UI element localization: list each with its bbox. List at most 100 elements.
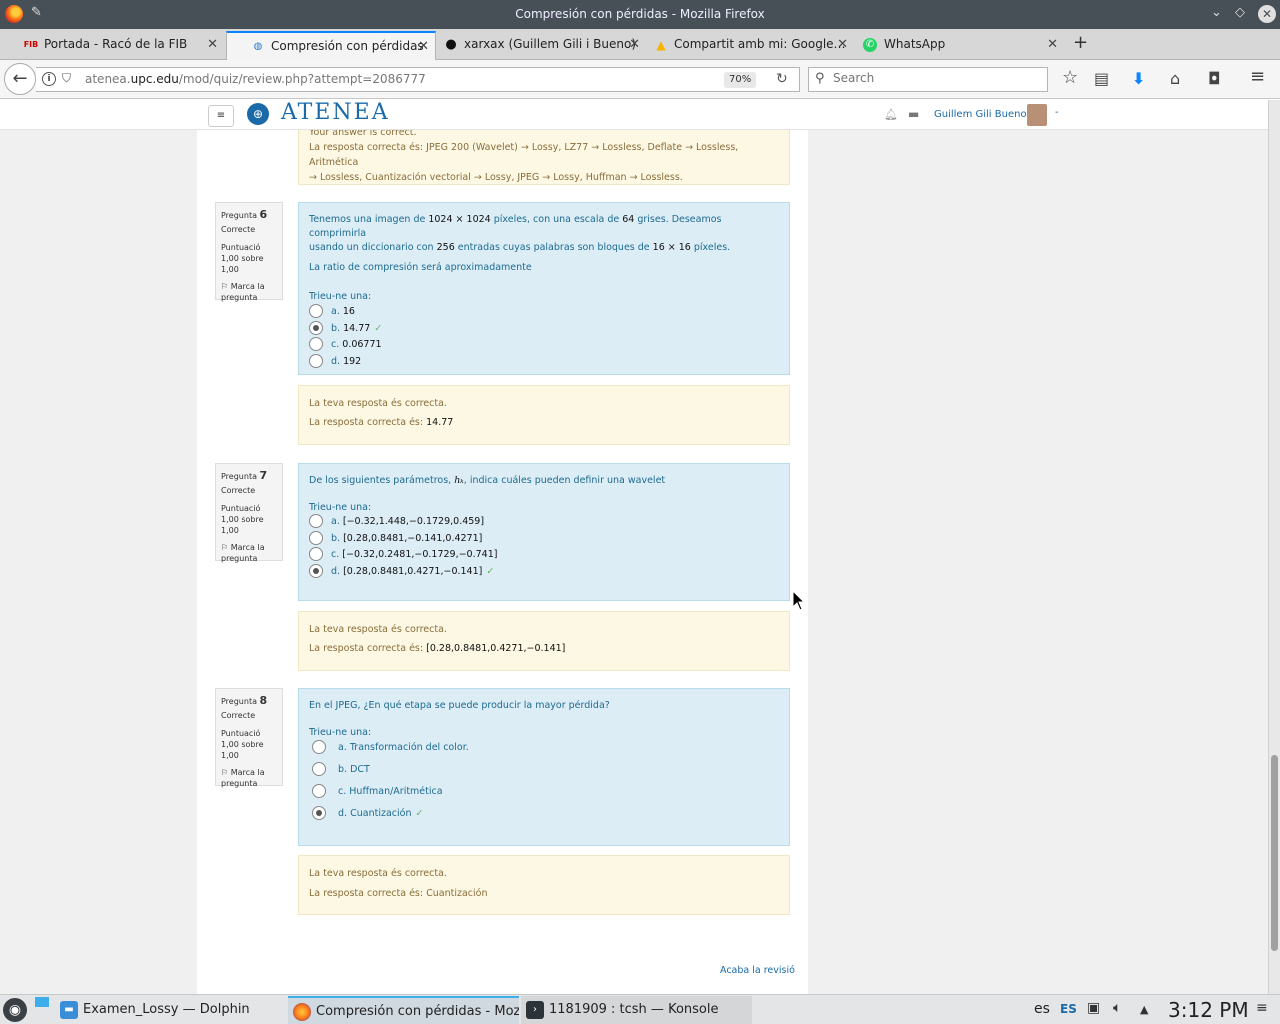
close-tab-icon[interactable]: ✕ [1047, 31, 1058, 58]
flag-icon: ⚐ [221, 282, 229, 291]
maximize-icon[interactable]: ◇ [1235, 5, 1245, 20]
search-bar[interactable]: ⚲ [808, 67, 1048, 92]
answer-option[interactable]: d. 192 [309, 353, 779, 371]
url-text[interactable]: atenea.upc.edu/mod/quiz/review.php?attem… [85, 72, 426, 86]
home-icon[interactable]: ⌂ [1170, 69, 1180, 88]
github-icon: ● [445, 37, 457, 52]
answer-option[interactable]: b. DCT [309, 762, 779, 784]
notifications-icon[interactable]: 🔔︎ [884, 108, 898, 121]
tab-google-drive[interactable]: ▲ Compartit amb mi: Google… ✕ [630, 31, 854, 60]
search-input[interactable] [833, 71, 1033, 85]
radio-button[interactable] [312, 784, 326, 798]
question-text: Tenemos una imagen de 1024 × 1024 píxele… [309, 214, 722, 239]
search-icon: ⚲ [815, 71, 825, 86]
back-button[interactable]: ← [4, 63, 36, 95]
avatar[interactable] [1027, 104, 1047, 126]
checkmark-icon: ✓ [374, 322, 383, 334]
radio-button[interactable] [309, 337, 323, 351]
answer-prompt: Trieu-ne una: [309, 502, 372, 513]
answer-option[interactable]: b. 14.77 ✓ [309, 320, 779, 338]
tab-github-xarxax[interactable]: ● xarxax (Guillem Gili i Bueno) ✕ [420, 31, 646, 60]
finish-review-link[interactable]: Acaba la revisió [720, 965, 795, 976]
language-indicator[interactable]: es [1034, 1001, 1050, 1017]
answer-option[interactable]: a. 16 [309, 304, 779, 321]
moodle-header: ≡ ⊕ ATENEA 🔔︎ ▬ Guillem Gili Bueno - [0, 100, 1268, 130]
navigation-bar: ← i ⛉ atenea.upc.edu/mod/quiz/review.php… [0, 60, 1280, 99]
tab-whatsapp[interactable]: ✆ WhatsApp ✕ [840, 31, 1064, 60]
user-menu-caret[interactable]: - [1055, 107, 1059, 118]
radio-button[interactable] [309, 514, 323, 528]
atenea-logo[interactable]: ATENEA [281, 100, 390, 125]
answer-option[interactable]: c. [−0.32,0.2481,−0.1729,−0.741] [309, 547, 779, 564]
radio-button-checked[interactable] [312, 806, 326, 820]
bookmark-star-icon[interactable]: ☆ [1062, 67, 1078, 88]
answer-option[interactable]: b. [0.28,0.8481,−0.141,0.4271] [309, 530, 779, 548]
clock[interactable]: 3:12 PM [1168, 998, 1249, 1022]
reload-icon[interactable]: ↻ [776, 71, 788, 87]
answer-option[interactable]: c. 0.06771 [309, 337, 779, 354]
flag-question-link[interactable]: ⚐ Marca la pregunta [221, 542, 277, 564]
close-window-icon[interactable]: ✕ [1258, 5, 1276, 23]
pocket-icon[interactable]: ◘ [1208, 69, 1221, 88]
flag-icon: ⚐ [221, 768, 229, 777]
messages-icon[interactable]: ▬ [908, 107, 919, 121]
clipboard-icon[interactable]: ▣ [1087, 1000, 1100, 1016]
radio-button-checked[interactable] [309, 320, 323, 335]
task-label: 1181909 : tcsh — Konsole [549, 1002, 719, 1017]
radio-button-checked[interactable] [309, 563, 323, 578]
shield-icon[interactable]: ⛉ [62, 71, 71, 86]
page-scrollbar[interactable] [1268, 100, 1280, 994]
question-number: Pregunta 7 [221, 469, 268, 482]
radio-button[interactable] [309, 304, 323, 318]
question-info: Pregunta 7 Correcte Puntuació 1,00 sobre… [215, 463, 283, 564]
tray-expand-icon[interactable]: ▲ [1140, 1003, 1148, 1016]
task-konsole[interactable]: › 1181909 : tcsh — Konsole [521, 996, 752, 1024]
radio-button[interactable] [309, 353, 323, 368]
whatsapp-icon: ✆ [863, 38, 877, 52]
question-formulation: De los siguientes parámetros, hₖ, indica… [298, 463, 790, 601]
answer-option[interactable]: a. [−0.32,1.448,−0.1729,0.459] [309, 514, 779, 531]
nav-drawer-button[interactable]: ≡ [208, 105, 234, 127]
answer-option[interactable]: d. [0.28,0.8481,0.4271,−0.141] ✓ [309, 563, 779, 581]
panel-menu-icon[interactable]: ≡ [1256, 1000, 1268, 1016]
info-icon[interactable]: i [42, 72, 56, 86]
task-dolphin[interactable]: ▬ Examen_Lossy — Dolphin [55, 996, 285, 1024]
radio-button[interactable] [309, 547, 323, 561]
task-firefox[interactable]: Compresión con pérdidas - Mozill... [288, 996, 519, 1024]
url-bar[interactable]: i ⛉ atenea.upc.edu/mod/quiz/review.php?a… [36, 67, 800, 92]
tab-label: Compartit amb mi: Google… [674, 37, 846, 51]
hamburger-menu-icon[interactable]: ≡ [1250, 66, 1265, 87]
globe-icon: ◍ [253, 41, 263, 52]
scrollbar-thumb[interactable] [1271, 755, 1278, 951]
tab-compresion[interactable]: ◍ Compresión con pérdidas ✕ [226, 31, 436, 60]
keyboard-layout-indicator[interactable]: ES [1060, 1002, 1077, 1016]
tab-label: Portada - Racó de la FIB [44, 37, 188, 51]
volume-icon[interactable]: 🔈︎ [1113, 1000, 1121, 1016]
terminal-icon: › [526, 1001, 544, 1019]
answer-option[interactable]: c. Huffman/Aritmética [309, 784, 779, 806]
minimize-icon[interactable]: ⌄ [1211, 5, 1222, 20]
close-tab-icon[interactable]: ✕ [207, 31, 218, 58]
checkmark-icon: ✓ [415, 808, 424, 819]
tab-raco-fib[interactable]: FIB Portada - Racó de la FIB ✕ [0, 31, 224, 60]
checkmark-icon: ✓ [486, 565, 495, 577]
answer-option[interactable]: a. Transformación del color. [309, 740, 779, 762]
user-name[interactable]: Guillem Gili Bueno [934, 109, 1027, 120]
new-tab-icon[interactable]: + [1073, 32, 1088, 53]
application-launcher-icon[interactable]: ◉ [3, 998, 27, 1022]
virtual-desktop-pager[interactable] [35, 997, 49, 1007]
answer-option[interactable]: d. Cuantización ✓ [309, 806, 779, 828]
window-titlebar: ✎ Compresión con pérdidas - Mozilla Fire… [0, 0, 1280, 29]
question-grade: Puntuació 1,00 sobre 1,00 [221, 729, 264, 760]
zoom-indicator[interactable]: 70% [724, 72, 757, 88]
radio-button[interactable] [312, 762, 326, 776]
flag-question-link[interactable]: ⚐ Marca la pregunta [221, 767, 277, 789]
reader-list-icon[interactable]: ▤ [1094, 69, 1109, 88]
radio-button[interactable] [312, 740, 326, 754]
flag-question-link[interactable]: ⚐ Marca la pregunta [221, 281, 277, 303]
question-formulation: En el JPEG, ¿En qué etapa se puede produ… [298, 688, 790, 846]
downloads-icon[interactable]: ⬇ [1132, 69, 1145, 88]
upc-globe-icon[interactable]: ⊕ [247, 103, 269, 125]
radio-button[interactable] [309, 530, 323, 545]
question-feedback: La teva resposta és correcta. La respost… [298, 855, 790, 915]
